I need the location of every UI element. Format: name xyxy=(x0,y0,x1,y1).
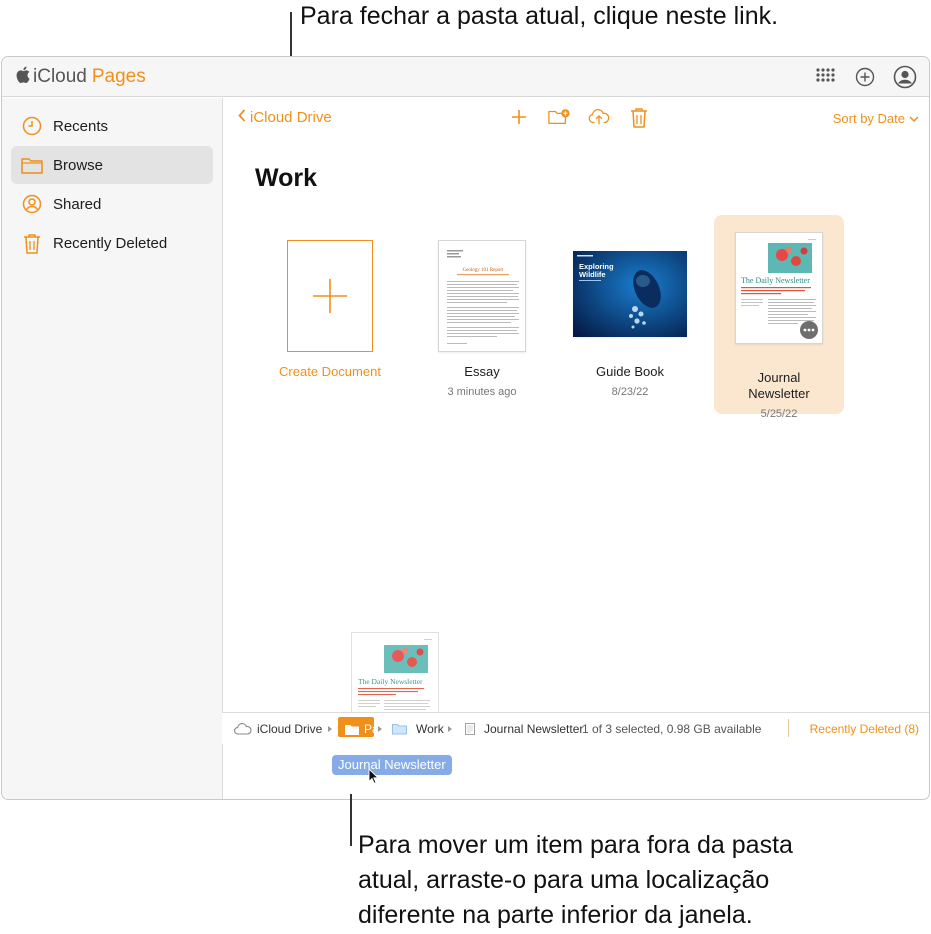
sidebar-item-label: Shared xyxy=(53,195,102,213)
sidebar: Recents Browse Shared Recently Deleted xyxy=(2,98,223,799)
path-item-label: Work xyxy=(416,722,444,736)
sidebar-item-shared[interactable]: Shared xyxy=(11,185,213,223)
document-name: Guide Book 8/23/22 xyxy=(564,364,696,400)
drag-label: Journal Newsletter xyxy=(332,755,452,775)
brand-icloud: iCloud xyxy=(33,66,87,87)
path-item-icloud-drive[interactable]: iCloud Drive xyxy=(234,722,322,736)
callout-top-text: Para fechar a pasta atual, clique neste … xyxy=(300,2,779,30)
path-item-journal-newsletter[interactable]: Journal Newsletter xyxy=(465,722,583,736)
document-title: Guide Book xyxy=(596,364,664,379)
document-date: 3 minutes ago xyxy=(447,386,517,398)
sidebar-item-label: Browse xyxy=(53,156,104,174)
sidebar-item-label: Recently Deleted xyxy=(53,234,168,252)
document-icon xyxy=(465,723,475,735)
person-icon xyxy=(21,193,43,215)
path-item-parent[interactable]: Pa xyxy=(345,722,379,736)
ghost-thumb-title: The Daily Newsletter xyxy=(358,677,423,686)
trash-icon xyxy=(21,232,43,254)
sidebar-item-recents[interactable]: Recents xyxy=(11,107,213,145)
selection-status: 1 of 3 selected, 0.98 GB available xyxy=(582,722,762,736)
recently-deleted-link[interactable]: Recently Deleted (8) xyxy=(810,722,919,736)
path-separator-icon xyxy=(378,726,382,732)
document-title: Journal Newsletter xyxy=(748,370,810,401)
path-item-work[interactable]: Work xyxy=(392,722,444,736)
new-document-icon[interactable] xyxy=(508,106,530,128)
delete-icon[interactable] xyxy=(628,106,650,128)
back-to-icloud-drive-link[interactable]: iCloud Drive xyxy=(238,109,332,126)
pointer-cursor-icon xyxy=(368,767,380,789)
plus-icon xyxy=(313,279,347,313)
apple-logo-icon xyxy=(16,66,30,88)
sidebar-item-recently-deleted[interactable]: Recently Deleted xyxy=(11,224,213,262)
titlebar: iCloud Pages xyxy=(2,57,929,97)
sidebar-item-label: Recents xyxy=(53,117,109,135)
back-link-label: iCloud Drive xyxy=(250,109,332,126)
titlebar-icons xyxy=(813,65,917,89)
create-document-card[interactable]: Create Document xyxy=(264,224,396,424)
clock-icon xyxy=(21,115,43,137)
account-icon[interactable] xyxy=(893,65,917,89)
newsletter-thumb-title: The Daily Newsletter xyxy=(741,276,810,285)
essay-thumb-title: Geology 101 Report xyxy=(463,268,504,273)
toolbar-actions xyxy=(508,106,650,128)
chevron-left-icon xyxy=(238,109,246,126)
folder-icon xyxy=(392,724,407,735)
guide-thumb-title-line2: Wildlife xyxy=(579,270,606,279)
more-options-icon[interactable] xyxy=(800,321,818,339)
chevron-down-icon xyxy=(909,111,919,126)
cloud-icon xyxy=(234,723,252,735)
sort-by-dropdown[interactable]: Sort by Date xyxy=(833,111,919,126)
pages-window: iCloud Pages Recents Browse Shared Recen… xyxy=(1,56,930,800)
journal-newsletter-thumbnail: The Daily Newsletter xyxy=(735,232,823,344)
folder-icon xyxy=(345,724,359,735)
path-separator-icon xyxy=(328,726,332,732)
callout-bottom-text: Para mover um item para fora da pasta at… xyxy=(358,831,793,929)
folder-title: Work xyxy=(255,164,318,192)
document-date: 5/25/22 xyxy=(760,408,798,420)
create-document-thumbnail xyxy=(287,240,373,352)
status-divider xyxy=(788,719,789,737)
add-circle-icon[interactable] xyxy=(853,65,877,89)
path-item-label: iCloud Drive xyxy=(257,722,323,736)
essay-thumbnail: Geology 101 Report xyxy=(438,240,526,352)
sidebar-item-browse[interactable]: Browse xyxy=(11,146,213,184)
document-card-journal-newsletter[interactable]: The Daily Newsletter Journal Newsletter … xyxy=(714,215,844,420)
new-folder-icon[interactable] xyxy=(548,106,570,128)
path-separator-icon xyxy=(448,726,452,732)
path-item-label: Pa xyxy=(364,722,379,736)
document-card-guide-book[interactable]: Exploring Wildlife Guide Book 8/23/22 xyxy=(564,224,696,424)
guide-book-thumbnail: Exploring Wildlife xyxy=(573,251,687,337)
document-card-essay[interactable]: Geology 101 Report Essay 3 minutes ago xyxy=(416,224,548,424)
app-brand[interactable]: iCloud Pages xyxy=(16,66,146,88)
path-item-label: Journal Newsletter xyxy=(484,722,584,736)
upload-icon[interactable] xyxy=(588,106,610,128)
path-bar: iCloud Drive Pa Work Journal Newsletter … xyxy=(222,712,929,744)
document-name: Journal Newsletter 5/25/22 xyxy=(714,354,844,438)
brand-app-name: Pages xyxy=(91,66,146,87)
main-content: iCloud Drive Sort by Date Work Create Do… xyxy=(224,98,929,799)
sort-label: Sort by Date xyxy=(832,111,905,126)
document-date: 8/23/22 xyxy=(611,386,649,398)
document-name: Essay 3 minutes ago xyxy=(416,364,548,400)
folder-icon xyxy=(21,154,43,176)
app-grid-icon[interactable] xyxy=(813,65,837,89)
callout-line-bottom xyxy=(350,794,352,846)
document-title: Essay xyxy=(464,364,500,379)
document-name: Create Document xyxy=(279,364,381,379)
